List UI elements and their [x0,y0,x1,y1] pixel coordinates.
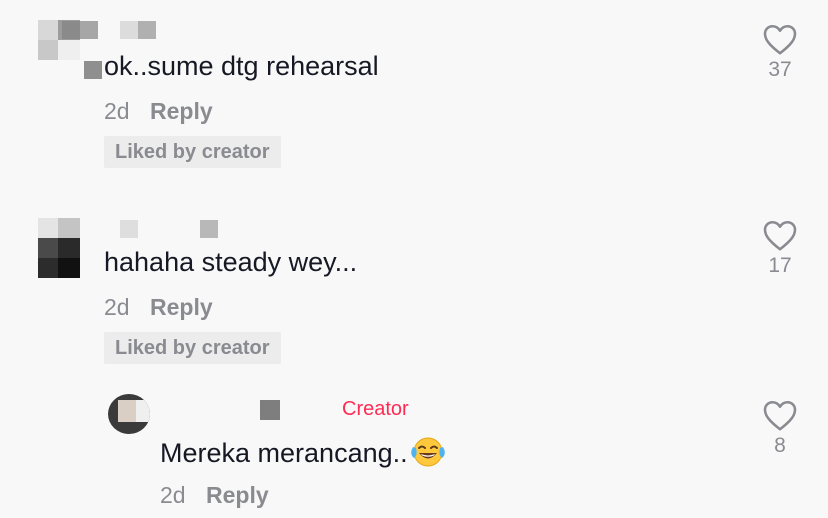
reply-button[interactable]: Reply [150,98,213,124]
liked-by-creator-badge: Liked by creator [104,136,281,168]
like-button[interactable]: 17 [754,218,806,278]
like-count: 37 [768,58,792,81]
like-button[interactable]: 8 [754,398,806,458]
reply-button[interactable]: Reply [206,482,269,508]
like-count: 8 [774,434,786,457]
face-with-tears-of-joy-icon [410,436,446,475]
reply-item: Creator Mereka merancang.. 2d Reply 8 [0,390,828,518]
heart-icon [763,400,797,431]
comment-time: 2d [104,294,130,320]
heart-icon [763,24,797,55]
comment-text: hahaha steady wey... [104,247,358,277]
comment-time: 2d [104,98,130,124]
reply-text-content: Mereka merancang.. [160,438,408,468]
heart-icon [763,220,797,251]
like-count: 17 [768,254,792,277]
comment-item: hahaha steady wey... 2d Reply Liked by c… [0,200,828,390]
reply-text: Mereka merancang.. [160,436,446,475]
creator-label: Creator [342,398,409,420]
like-button[interactable]: 37 [754,22,806,82]
creator-avatar[interactable] [108,394,150,434]
comment-item: ok..sume dtg rehearsal 2d Reply Liked by… [0,0,828,190]
liked-by-creator-badge: Liked by creator [104,332,281,364]
reply-time: 2d [160,482,186,508]
avatar[interactable] [38,218,82,278]
reply-button[interactable]: Reply [150,294,213,320]
comment-text: ok..sume dtg rehearsal [104,51,379,81]
